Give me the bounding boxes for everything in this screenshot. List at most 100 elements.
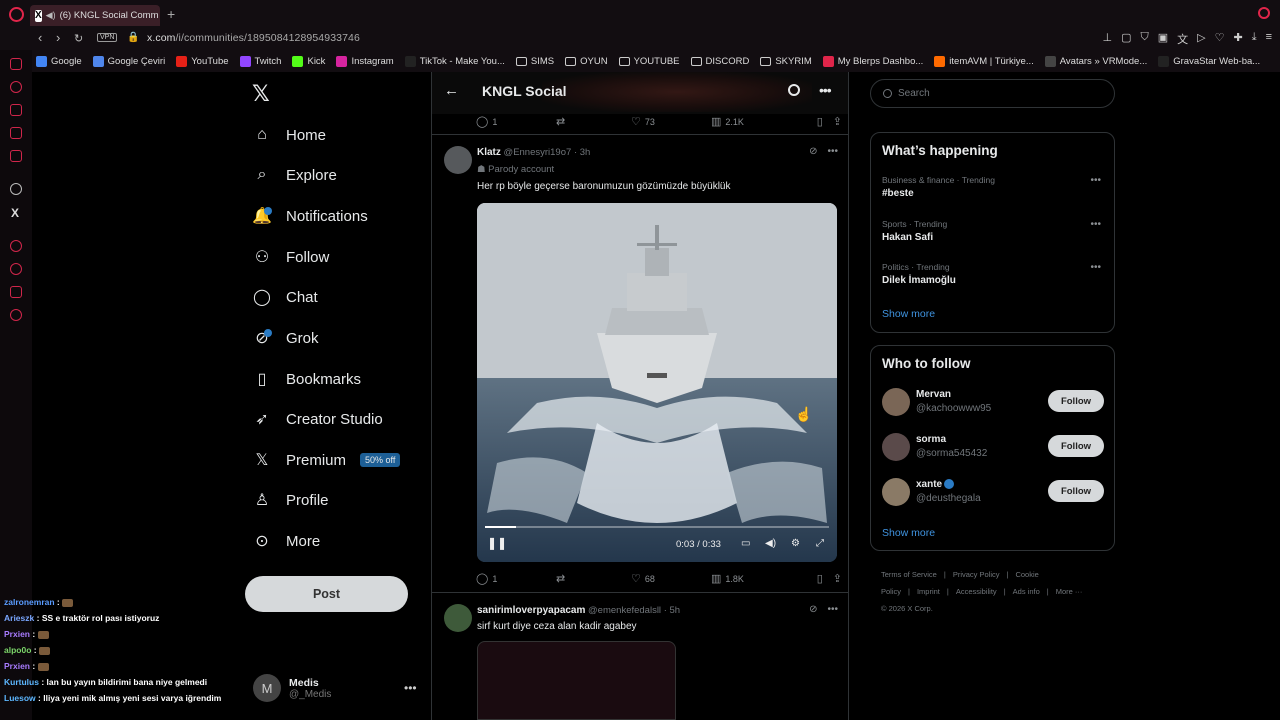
nav-item-more[interactable]: ⊙ More bbox=[252, 527, 320, 555]
show-more-link[interactable]: Show more bbox=[882, 527, 935, 539]
sidebar-refresh-icon[interactable] bbox=[10, 81, 22, 93]
like-button[interactable]: ♡ 73 bbox=[631, 115, 711, 128]
nav-item-home[interactable]: ⌂ Home bbox=[252, 121, 326, 149]
nav-item-creator-studio[interactable]: ➶ Creator Studio bbox=[252, 405, 382, 433]
sidebar-bag-icon[interactable] bbox=[10, 104, 22, 116]
nav-item-follow[interactable]: ⚇ Follow bbox=[252, 243, 330, 271]
lock-icon[interactable]: 🔒 bbox=[127, 32, 139, 43]
sidebar-mail-icon[interactable] bbox=[10, 150, 22, 162]
video-progress[interactable] bbox=[485, 526, 829, 528]
nav-item-profile[interactable]: ♙ Profile bbox=[252, 486, 329, 514]
post-video[interactable]: ❚❚ 0:03 / 0:33 ▭ ◀) ⚙ ⤢ bbox=[477, 203, 837, 562]
footer-link[interactable]: Imprint bbox=[917, 587, 940, 596]
sidebar-messenger-icon[interactable] bbox=[10, 58, 22, 70]
forward-arrow-icon[interactable]: › bbox=[56, 30, 60, 45]
grok-icon[interactable]: ⊘ bbox=[809, 604, 817, 615]
avatar[interactable] bbox=[444, 146, 472, 174]
pause-icon[interactable]: ❚❚ bbox=[487, 536, 507, 550]
shield-icon[interactable]: ⛉ bbox=[1140, 31, 1148, 47]
views-button[interactable]: ▥ 2.1K bbox=[711, 115, 799, 128]
repost-button[interactable]: ⇄ bbox=[556, 572, 631, 585]
nav-item-premium[interactable]: 𝕏 Premium 50% off bbox=[252, 446, 401, 474]
follow-button[interactable]: Follow bbox=[1048, 480, 1104, 502]
repost-button[interactable]: ⇄ bbox=[556, 115, 631, 128]
avatar[interactable] bbox=[882, 478, 910, 506]
views-button[interactable]: ▥ 1.8K bbox=[711, 572, 799, 585]
post-button[interactable]: Post bbox=[245, 576, 408, 612]
nav-item-chat[interactable]: ◯ Chat bbox=[252, 283, 318, 311]
bookmark-item[interactable]: OYUN bbox=[565, 56, 608, 67]
opera-logo-icon[interactable] bbox=[9, 7, 24, 22]
account-switcher[interactable]: M Medis @_Medis bbox=[253, 674, 331, 702]
captions-icon[interactable]: ▭ bbox=[741, 538, 750, 549]
suggestion-name[interactable]: xante bbox=[916, 479, 955, 490]
more-icon[interactable]: ••• bbox=[827, 604, 838, 615]
more-icon[interactable]: ••• bbox=[1090, 262, 1101, 273]
avatar[interactable] bbox=[882, 388, 910, 416]
nav-item-grok[interactable]: ⊘ Grok bbox=[252, 324, 319, 352]
vpn-badge[interactable]: VPN bbox=[97, 33, 118, 42]
sidebar-player-icon[interactable] bbox=[10, 240, 22, 252]
bookmark-item[interactable]: SKYRIM bbox=[760, 56, 812, 67]
new-tab-button[interactable]: + bbox=[167, 6, 175, 22]
volume-icon[interactable]: ◀) bbox=[765, 538, 776, 549]
trend-item[interactable]: Politics · Trending Dilek İmamoğlu ••• bbox=[882, 262, 1107, 286]
trend-item[interactable]: Business & finance · Trending #beste ••• bbox=[882, 175, 1107, 199]
bookmark-item[interactable]: itemAVM | Türkiye... bbox=[934, 55, 1034, 67]
puzzle-icon[interactable]: ✚ bbox=[1233, 31, 1242, 47]
bookmark-item[interactable]: DISCORD bbox=[690, 56, 749, 67]
bookmark-icon[interactable]: ▯ bbox=[817, 115, 823, 128]
footer-link[interactable]: Ads info bbox=[1013, 587, 1040, 596]
footer-link[interactable]: Accessibility bbox=[956, 587, 997, 596]
post-author[interactable]: sanirimloverpyapacam bbox=[477, 605, 585, 616]
snapshot-icon[interactable]: ▢ bbox=[1121, 31, 1131, 47]
heart-icon[interactable]: ♡ bbox=[1215, 31, 1225, 47]
post-handle[interactable]: @emenkefedalsll bbox=[588, 605, 661, 616]
reply-button[interactable]: ◯ 1 bbox=[476, 115, 556, 128]
translate-icon[interactable]: 文 bbox=[1177, 31, 1188, 47]
menu-icon[interactable]: ≡ bbox=[1266, 31, 1272, 47]
bookmark-item[interactable]: Twitch bbox=[239, 55, 281, 67]
bookmark-item[interactable]: Kick bbox=[292, 55, 325, 67]
footer-link[interactable]: Privacy Policy bbox=[953, 570, 1000, 579]
follow-button[interactable]: Follow bbox=[1048, 390, 1104, 412]
post-author[interactable]: Klatz bbox=[477, 147, 501, 158]
footer-link[interactable]: © 2026 X Corp. bbox=[881, 604, 933, 613]
search-icon[interactable] bbox=[788, 84, 800, 96]
sidebar-extensions-icon[interactable] bbox=[10, 286, 22, 298]
nav-item-bookmarks[interactable]: ▯ Bookmarks bbox=[252, 365, 361, 393]
grok-icon[interactable]: ⊘ bbox=[809, 146, 817, 157]
post-handle[interactable]: @Ennesyri19o7 bbox=[504, 147, 572, 158]
active-tab[interactable]: X ◀) (6) KNGL Social Comm bbox=[30, 5, 160, 26]
play-icon[interactable]: ▷ bbox=[1197, 31, 1205, 47]
more-icon[interactable]: ••• bbox=[827, 146, 838, 157]
post-time[interactable]: · 5h bbox=[664, 605, 680, 616]
speaker-icon[interactable]: ◀) bbox=[46, 10, 56, 21]
bookmark-item[interactable]: SIMS bbox=[515, 56, 554, 67]
follow-button[interactable]: Follow bbox=[1048, 435, 1104, 457]
follow-suggestion[interactable]: sorma @sorma545432 Follow bbox=[882, 431, 1107, 465]
bookmark-item[interactable]: Google Çeviri bbox=[92, 55, 165, 67]
share-icon[interactable]: ⇪ bbox=[833, 572, 842, 585]
bookmark-item[interactable]: YouTube bbox=[176, 55, 229, 67]
bookmark-item[interactable]: Avatars » VRMode... bbox=[1044, 55, 1147, 67]
bookmark-item[interactable]: YOUTUBE bbox=[618, 56, 680, 67]
back-arrow-icon[interactable]: ‹ bbox=[38, 30, 42, 45]
trend-item[interactable]: Sports · Trending Hakan Safi ••• bbox=[882, 219, 1107, 243]
url-field[interactable]: x.com/i/communities/1895084128954933746 bbox=[147, 32, 360, 44]
bookmark-item[interactable]: My Blerps Dashbo... bbox=[822, 55, 923, 67]
footer-link[interactable]: More ··· bbox=[1056, 587, 1083, 596]
suggestion-name[interactable]: sorma bbox=[916, 434, 946, 445]
sidebar-x-icon[interactable]: X bbox=[11, 206, 23, 220]
fullscreen-icon[interactable]: ⤢ bbox=[816, 538, 824, 549]
account-more-icon[interactable]: ••• bbox=[404, 681, 417, 695]
bookmark-item[interactable]: GravaStar Web-ba... bbox=[1158, 55, 1260, 67]
bookmark-item[interactable]: Instagram bbox=[336, 55, 394, 67]
nav-item-notifications[interactable]: 🔔 Notifications bbox=[252, 202, 368, 230]
post-time[interactable]: · 3h bbox=[574, 147, 590, 158]
tab-search-icon[interactable] bbox=[1258, 7, 1270, 19]
settings-gear-icon[interactable]: ⚙ bbox=[791, 538, 800, 549]
pin-icon[interactable]: ⊥ bbox=[1102, 31, 1112, 47]
search-input[interactable]: Search bbox=[870, 79, 1115, 108]
more-icon[interactable]: ••• bbox=[819, 82, 832, 98]
